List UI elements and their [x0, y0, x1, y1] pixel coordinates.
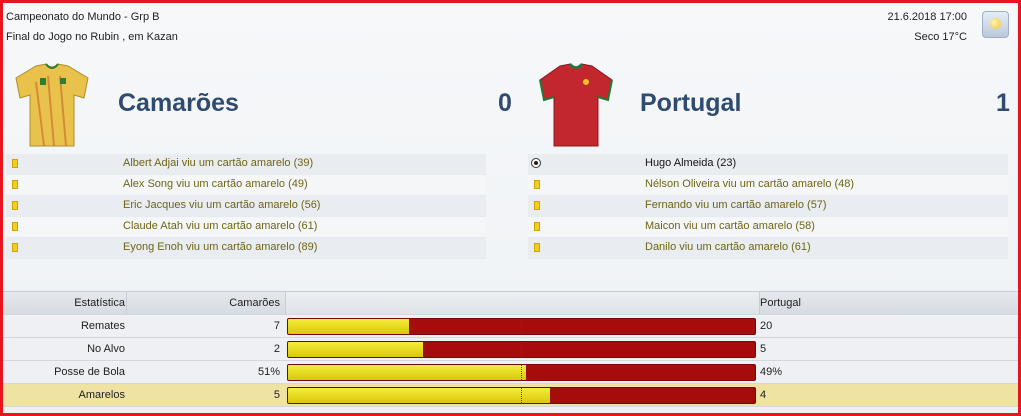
stat-home-value: 5 [273, 389, 280, 401]
datetime-label: 21.6.2018 17:00 [887, 11, 967, 23]
stat-bar [287, 364, 756, 381]
goal-ball-icon [531, 158, 541, 168]
stat-bar-home-fill [288, 319, 410, 334]
stats-row: No Alvo 2 5 [3, 338, 1018, 361]
event-text[interactable]: Eyong Enoh viu um cartão amarelo (89) [123, 241, 317, 253]
away-events-list: Hugo Almeida (23) Nélson Oliveira viu um… [528, 154, 1008, 259]
stats-row: Amarelos 5 4 [3, 384, 1018, 407]
list-item: Eyong Enoh viu um cartão amarelo (89) [6, 238, 486, 259]
stat-away-value: 49% [760, 366, 783, 378]
event-text[interactable]: Albert Adjai viu um cartão amarelo (39) [123, 157, 313, 169]
list-item: Danilo viu um cartão amarelo (61) [528, 238, 1008, 259]
stat-bar-home-fill [288, 365, 527, 380]
venue-label: Final do Jogo no Rubin , em Kazan [6, 31, 178, 43]
competition-label: Campeonato do Mundo - Grp B [6, 11, 160, 23]
stat-bar-home-fill [288, 342, 424, 357]
stats-header-row: Estatística Camarões Portugal [3, 291, 1018, 315]
stats-header-label[interactable]: Estatística [74, 297, 125, 309]
event-text[interactable]: Claude Atah viu um cartão amarelo (61) [123, 220, 317, 232]
stat-home-value: 7 [273, 320, 280, 332]
weather-sun-icon [982, 11, 1009, 38]
list-item: Fernando viu um cartão amarelo (57) [528, 196, 1008, 217]
stats-row: Remates 7 20 [3, 315, 1018, 338]
stat-bar [287, 387, 756, 404]
yellow-card-icon [12, 180, 18, 189]
event-text[interactable]: Maicon viu um cartão amarelo (58) [645, 220, 815, 232]
stat-home-value: 51% [257, 366, 280, 378]
home-events-list: Albert Adjai viu um cartão amarelo (39) … [6, 154, 486, 259]
stat-bar [287, 341, 756, 358]
event-text[interactable]: Hugo Almeida (23) [645, 157, 736, 169]
stats-table: Estatística Camarões Portugal Remates 7 … [3, 291, 1018, 407]
yellow-card-icon [534, 201, 540, 210]
away-team-name[interactable]: Portugal [640, 89, 741, 118]
home-shirt-icon [15, 63, 89, 147]
stat-label: No Alvo [87, 343, 125, 355]
stat-away-value: 4 [760, 389, 767, 401]
away-score: 1 [996, 89, 1010, 117]
list-item: Claude Atah viu um cartão amarelo (61) [6, 217, 486, 238]
yellow-card-icon [12, 243, 18, 252]
yellow-card-icon [534, 180, 540, 189]
list-item: Hugo Almeida (23) [528, 154, 1008, 175]
stat-label: Posse de Bola [54, 366, 125, 378]
event-text[interactable]: Nélson Oliveira viu um cartão amarelo (4… [645, 178, 854, 190]
yellow-card-icon [12, 201, 18, 210]
stat-away-value: 5 [760, 343, 767, 355]
stat-label: Amarelos [78, 389, 125, 401]
event-text[interactable]: Danilo viu um cartão amarelo (61) [645, 241, 811, 253]
event-text[interactable]: Fernando viu um cartão amarelo (57) [645, 199, 827, 211]
list-item: Nélson Oliveira viu um cartão amarelo (4… [528, 175, 1008, 196]
stat-bar-home-fill [288, 388, 550, 403]
list-item: Alex Song viu um cartão amarelo (49) [6, 175, 486, 196]
yellow-card-icon [534, 222, 540, 231]
list-item: Eric Jacques viu um cartão amarelo (56) [6, 196, 486, 217]
stat-bar [287, 318, 756, 335]
stats-header-away[interactable]: Portugal [760, 297, 801, 309]
stats-row: Posse de Bola 51% 49% [3, 361, 1018, 384]
stats-header-home[interactable]: Camarões [203, 297, 280, 309]
event-text[interactable]: Eric Jacques viu um cartão amarelo (56) [123, 199, 320, 211]
yellow-card-icon [12, 222, 18, 231]
list-item: Albert Adjai viu um cartão amarelo (39) [6, 154, 486, 175]
weather-label: Seco 17°C [914, 31, 967, 43]
yellow-card-icon [12, 159, 18, 168]
away-shirt-icon [539, 63, 613, 147]
yellow-card-icon [534, 243, 540, 252]
list-item: Maicon viu um cartão amarelo (58) [528, 217, 1008, 238]
stat-home-value: 2 [273, 343, 280, 355]
event-text[interactable]: Alex Song viu um cartão amarelo (49) [123, 178, 308, 190]
home-team-name[interactable]: Camarões [118, 89, 239, 118]
match-info: Campeonato do Mundo - Grp B Final do Jog… [6, 7, 178, 47]
match-meta: 21.6.2018 17:00 Seco 17°C [887, 7, 967, 47]
home-score: 0 [498, 89, 512, 117]
stat-label: Remates [80, 320, 125, 332]
match-report-panel: Campeonato do Mundo - Grp B Final do Jog… [0, 0, 1021, 416]
stat-away-value: 20 [760, 320, 773, 332]
